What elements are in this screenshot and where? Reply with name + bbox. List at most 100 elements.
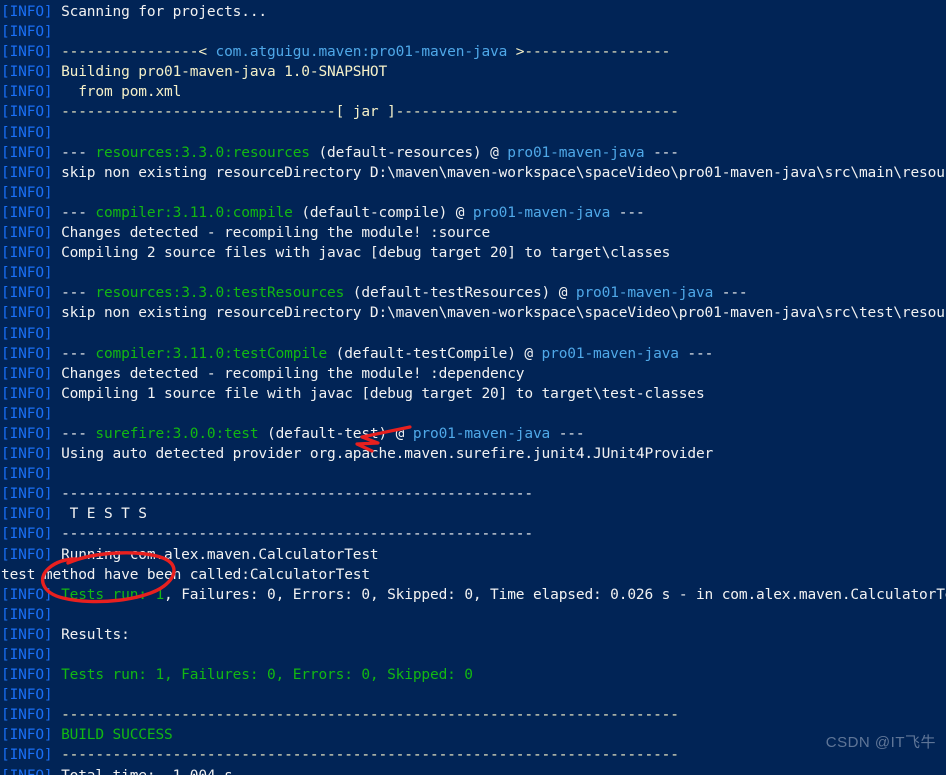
log-level-tag: [INFO] [1, 4, 53, 20]
console-text: Tests run: 1, Failures: 0, Errors: 0, Sk… [52, 667, 473, 684]
console-line: [INFO] [1, 22, 946, 42]
console-line: [INFO] [1, 263, 946, 283]
console-text: , Failures: 0, Errors: 0, Skipped: 0, Ti… [164, 586, 946, 603]
console-text: ----------------------------------------… [52, 707, 679, 724]
console-text: pro01-maven-java [541, 345, 679, 362]
console-text: Changes detected - recompiling the modul… [52, 225, 491, 242]
log-level-tag: [INFO] [1, 325, 53, 342]
console-line: [INFO] Tests run: 1, Failures: 0, Errors… [1, 585, 946, 605]
log-level-tag: [INFO] [1, 385, 53, 402]
console-text: BUILD SUCCESS [52, 727, 173, 744]
console-text: (default-testResources) @ [344, 285, 576, 302]
log-level-tag: [INFO] [1, 84, 53, 101]
console-text: pro01-maven-java [412, 425, 551, 442]
console-text: skip non existing resourceDirectory D:\m… [52, 164, 946, 181]
log-level-tag: [INFO] [1, 546, 53, 563]
console-line: [INFO] [1, 324, 946, 344]
console-line: [INFO] ----------------< com.atguigu.mav… [1, 42, 946, 62]
console-text: test method have been called:CalculatorT… [1, 566, 370, 583]
log-level-tag: [INFO] [1, 345, 53, 362]
log-level-tag: [INFO] [1, 586, 53, 603]
console-line: [INFO] --------------------------------[… [1, 102, 946, 122]
console-text: compiler:3.11.0:testCompile [95, 345, 328, 362]
log-level-tag: [INFO] [1, 285, 53, 302]
log-level-tag: [INFO] [1, 24, 53, 41]
console-line: [INFO] [1, 605, 946, 625]
console-text: (default-resources) @ [309, 144, 508, 161]
console-text: --- [678, 345, 714, 362]
log-level-tag: [INFO] [1, 64, 53, 81]
console-text: --- [52, 144, 96, 161]
console-text: ----------------------------------------… [52, 747, 679, 764]
console-line: [INFO] --- resources:3.3.0:resources (de… [1, 143, 946, 163]
console-line: [INFO] ---------------------------------… [1, 524, 946, 544]
console-text: (default-test) @ [258, 425, 413, 442]
log-level-tag: [INFO] [1, 727, 53, 744]
console-line: [INFO] [1, 123, 946, 143]
console-line: [INFO] ---------------------------------… [1, 745, 946, 765]
console-text: resources:3.3.0:testResources [95, 285, 345, 302]
console-text: Results: [52, 626, 130, 643]
console-line: [INFO] [1, 183, 946, 203]
console-text: --- [52, 425, 96, 442]
log-level-tag: [INFO] [1, 184, 53, 201]
console-text: com.atguigu.maven:pro01-maven-java [215, 44, 508, 61]
log-level-tag: [INFO] [1, 104, 53, 121]
log-level-tag: [INFO] [1, 626, 53, 643]
console-line: [INFO] Building pro01-maven-java 1.0-SNA… [1, 62, 946, 82]
console-text: surefire:3.0.0:test [95, 425, 259, 442]
log-level-tag: [INFO] [1, 707, 53, 724]
log-level-tag: [INFO] [1, 265, 53, 282]
console-line: [INFO] Total time: 1.004 s [1, 766, 946, 775]
console-output: [INFO] Scanning for projects... [INFO] [IN… [0, 0, 946, 775]
console-text: Total time: 1.004 s [52, 768, 233, 775]
log-level-tag: [INFO] [1, 606, 53, 623]
console-text: ----------------< [52, 44, 216, 61]
console-line: [INFO] Compiling 1 source file with java… [1, 384, 946, 404]
console-line: [INFO] [1, 645, 946, 665]
console-line: [INFO] Running com.alex.maven.Calculator… [1, 545, 946, 565]
console-line: [INFO] --- compiler:3.11.0:testCompile (… [1, 344, 946, 364]
console-text: compiler:3.11.0:compile [95, 204, 293, 221]
log-level-tag: [INFO] [1, 124, 53, 141]
console-line: [INFO] ---------------------------------… [1, 705, 946, 725]
log-level-tag: [INFO] [1, 446, 53, 463]
console-line: [INFO] --- compiler:3.11.0:compile (defa… [1, 203, 946, 223]
console-line: [INFO] --- surefire:3.0.0:test (default-… [1, 424, 946, 444]
log-level-tag: [INFO] [1, 647, 53, 663]
console-text: Changes detected - recompiling the modul… [52, 365, 525, 382]
console-text: --- [713, 285, 748, 302]
log-level-tag: [INFO] [1, 225, 53, 242]
console-text: Compiling 2 source files with javac [deb… [52, 245, 671, 262]
log-level-tag: [INFO] [1, 747, 53, 764]
log-level-tag: [INFO] [1, 486, 53, 503]
console-text: T E S T S [52, 506, 147, 523]
console-text: pro01-maven-java [472, 204, 611, 221]
console-text: Running com.alex.maven.CalculatorTest [52, 546, 379, 563]
console-text: Tests run: 1 [52, 586, 165, 603]
csdn-watermark: CSDN @IT飞牛 [825, 733, 936, 751]
console-line: [INFO] Changes detected - recompiling th… [1, 223, 946, 243]
console-text: from pom.xml [52, 84, 182, 101]
console-line: [INFO] from pom.xml [1, 82, 946, 102]
log-level-tag: [INFO] [1, 667, 53, 684]
console-line: [INFO] Tests run: 1, Failures: 0, Errors… [1, 665, 946, 685]
log-level-tag: [INFO] [1, 506, 53, 523]
log-level-tag: [INFO] [1, 44, 53, 61]
log-level-tag: [INFO] [1, 144, 53, 161]
console-text: --- [52, 345, 96, 362]
console-line: test method have been called:CalculatorT… [1, 565, 946, 585]
console-text: (default-compile) @ [292, 204, 473, 221]
console-line: [INFO] Changes detected - recompiling th… [1, 364, 946, 384]
log-level-tag: [INFO] [1, 687, 53, 704]
console-text: ----------------------------------------… [52, 486, 533, 503]
terminal-window[interactable]: [INFO] Scanning for projects... [INFO] [IN… [0, 0, 946, 775]
log-level-tag: [INFO] [1, 305, 53, 322]
console-line: [INFO] BUILD SUCCESS [1, 725, 946, 745]
console-line: [INFO] ---------------------------------… [1, 484, 946, 504]
console-line: [INFO] skip non existing resourceDirecto… [1, 303, 946, 323]
console-line: [INFO] Using auto detected provider org.… [1, 444, 946, 464]
log-level-tag: [INFO] [1, 204, 53, 221]
log-level-tag: [INFO] [1, 365, 53, 382]
console-text: --------------------------------[ jar ]-… [52, 104, 679, 121]
